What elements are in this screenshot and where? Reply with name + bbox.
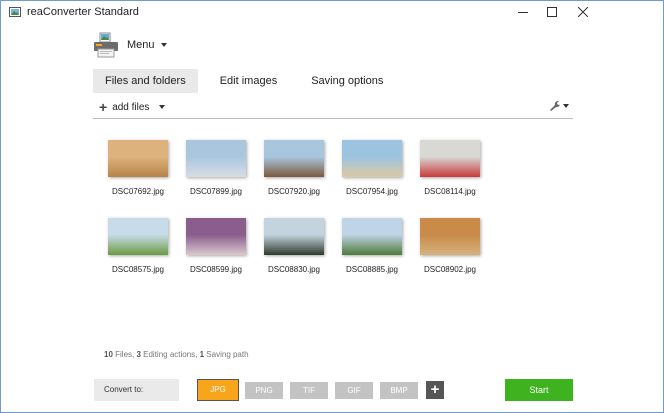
title-bar: reaConverter Standard [1,1,663,23]
thumbnail-image [108,140,168,177]
status-summary: 10 Files, 3 Editing actions, 1 Saving pa… [104,350,249,359]
minimize-button[interactable] [507,1,539,23]
file-name: DSC08830.jpg [267,265,321,274]
minimize-icon [518,12,528,13]
plus-icon: + [99,99,108,115]
tab-edit-images[interactable]: Edit images [208,69,289,93]
add-files-button[interactable]: + add files [99,99,166,115]
thumbnail-image [186,140,246,177]
file-name: DSC08114.jpg [424,187,476,196]
settings-tool-button[interactable] [549,100,569,111]
chevron-down-icon [160,43,167,47]
thumbnail-image [264,140,324,177]
edit-label: Editing actions, [140,350,200,359]
app-window: reaConverter Standard Menu Files and fol… [0,0,664,413]
file-thumbnail[interactable]: DSC07920.jpg [259,140,329,196]
thumbnail-image [420,218,480,255]
start-button[interactable]: Start [505,379,573,401]
thumbnail-image [342,140,402,177]
format-gif-button[interactable]: GIF [335,382,373,399]
file-thumbnail[interactable]: DSC08114.jpg [415,140,485,196]
file-name: DSC08902.jpg [423,265,477,274]
tab-saving-options[interactable]: Saving options [299,69,395,93]
file-thumbnail[interactable]: DSC07899.jpg [181,140,251,196]
file-thumbnail[interactable]: DSC08830.jpg [259,218,329,274]
file-thumbnail[interactable]: DSC08885.jpg [337,218,407,274]
menu-label: Menu [127,39,155,51]
files-count: 10 [104,350,113,359]
tab-bar: Files and folders Edit images Saving opt… [93,69,405,93]
menu-button[interactable]: Menu [93,32,167,58]
file-thumbnail[interactable]: DSC07692.jpg [103,140,173,196]
format-png-button[interactable]: PNG [245,382,283,399]
format-tif-button[interactable]: TIF [290,382,328,399]
file-name: DSC07899.jpg [189,187,243,196]
format-jpg-button[interactable]: JPG [197,379,239,401]
chevron-down-icon [159,105,166,109]
thumbnail-image [108,218,168,255]
save-label: Saving path [204,350,249,359]
file-thumbnail[interactable]: DSC08599.jpg [181,218,251,274]
thumbnail-image [420,140,480,177]
maximize-icon [547,7,557,17]
close-button[interactable] [567,1,599,23]
add-files-label: add files [112,101,150,113]
tab-files-and-folders[interactable]: Files and folders [93,69,198,93]
files-toolbar: + add files [93,97,573,119]
format-bmp-button[interactable]: BMP [380,382,418,399]
chevron-down-icon [563,103,569,108]
window-title: reaConverter Standard [27,6,139,18]
file-name: DSC08599.jpg [189,265,243,274]
maximize-button[interactable] [536,1,568,23]
app-icon [9,7,21,17]
convert-to-label: Convert to: [94,379,179,401]
file-name: DSC07920.jpg [267,187,321,196]
file-name: DSC07954.jpg [345,187,399,196]
close-icon [578,7,588,17]
file-thumbnail[interactable]: DSC08575.jpg [103,218,173,274]
file-thumbnail[interactable]: DSC08902.jpg [415,218,485,274]
file-thumbnail[interactable]: DSC07954.jpg [337,140,407,196]
thumbnail-image [342,218,402,255]
menu-printer-icon [94,32,118,58]
file-name: DSC08885.jpg [345,265,399,274]
files-label: Files, [112,350,137,359]
wrench-icon [550,101,560,111]
thumbnail-image [264,218,324,255]
thumbnail-image [186,218,246,255]
add-format-button[interactable]: + [426,381,444,399]
file-name: DSC08575.jpg [111,265,165,274]
file-name: DSC07692.jpg [111,187,165,196]
